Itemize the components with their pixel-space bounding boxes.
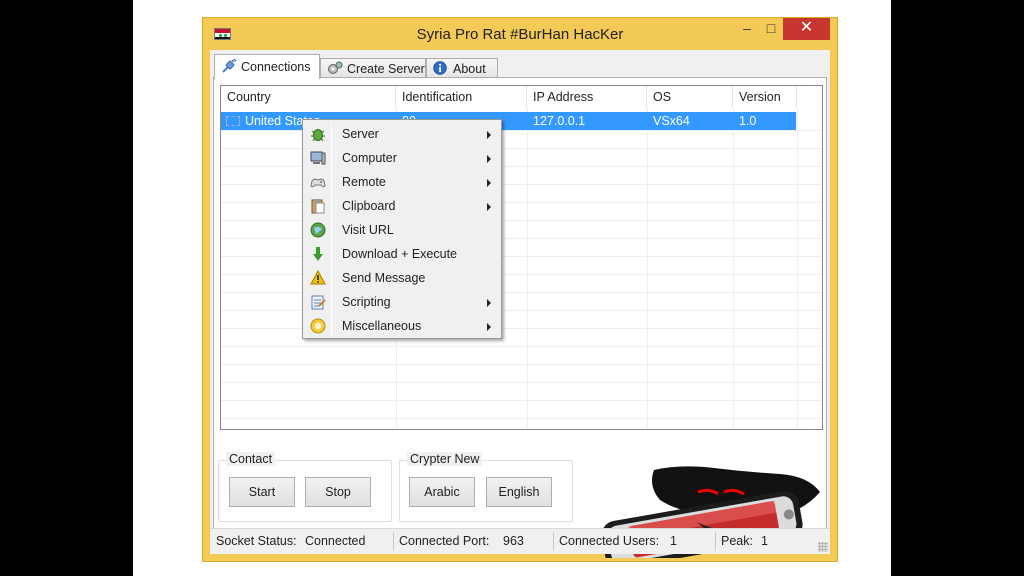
stop-button[interactable]: Stop (305, 477, 371, 507)
maximize-button[interactable]: □ (757, 18, 785, 40)
resize-grip-icon[interactable] (818, 542, 828, 552)
menu-item-label: Scripting (342, 295, 391, 309)
menu-item-label: Server (342, 127, 379, 141)
tab-connections-label: Connections (241, 60, 311, 74)
menu-item-send-message[interactable]: Send Message (305, 266, 499, 290)
connected-users-value: 1 (670, 534, 677, 548)
menu-item-server[interactable]: Server (305, 122, 499, 146)
column-version[interactable]: Version (733, 86, 797, 108)
contact-group: Contact Start Stop (218, 452, 392, 522)
context-menu: Server Computer Remote Clipboard Visit U… (302, 119, 502, 339)
country-flag-icon (226, 116, 240, 126)
cell-os: VSx64 (653, 114, 690, 128)
submenu-arrow-icon (487, 179, 491, 187)
script-icon (310, 294, 326, 310)
smiley-icon (310, 318, 326, 334)
menu-item-miscellaneous[interactable]: Miscellaneous (305, 314, 499, 338)
socket-status-value: Connected (305, 534, 366, 548)
peak-label: Peak: (721, 534, 753, 548)
submenu-arrow-icon (487, 131, 491, 139)
download-arrow-icon (310, 246, 326, 262)
connected-port-value: 963 (503, 534, 524, 548)
column-country[interactable]: Country (221, 86, 396, 108)
start-button[interactable]: Start (229, 477, 295, 507)
warning-icon (310, 269, 326, 286)
menu-item-visit-url[interactable]: Visit URL (305, 218, 499, 242)
contact-group-title: Contact (226, 452, 276, 466)
cell-version: 1.0 (739, 114, 757, 128)
gears-icon (327, 61, 343, 75)
menu-item-label: Clipboard (342, 199, 396, 213)
menu-item-label: Computer (342, 151, 397, 165)
tab-create-server-label: Create Server (347, 62, 425, 76)
peak-value: 1 (761, 534, 768, 548)
clipboard-icon (310, 198, 326, 214)
submenu-arrow-icon (487, 299, 491, 307)
list-header: Country Identification IP Address OS Ver… (221, 86, 822, 108)
submenu-arrow-icon (487, 203, 491, 211)
submenu-arrow-icon (487, 323, 491, 331)
menu-item-label: Visit URL (342, 223, 394, 237)
bug-icon (310, 126, 326, 142)
menu-item-label: Send Message (342, 271, 426, 285)
column-os[interactable]: OS (647, 86, 733, 108)
title-bar[interactable]: Syria Pro Rat #BurHan HacKer – □ ✕ (203, 18, 837, 50)
app-window: Syria Pro Rat #BurHan HacKer – □ ✕ Conne… (202, 17, 838, 562)
submenu-arrow-icon (487, 155, 491, 163)
info-icon (433, 61, 449, 75)
arabic-button[interactable]: Arabic (409, 477, 475, 507)
menu-item-label: Miscellaneous (342, 319, 422, 333)
tab-about-label: About (453, 62, 486, 76)
plug-icon (221, 58, 237, 73)
menu-item-label: Download + Execute (342, 247, 458, 261)
english-button[interactable]: English (486, 477, 552, 507)
connected-port-label: Connected Port: (399, 534, 490, 548)
status-bar: Socket Status: Connected Connected Port:… (210, 528, 830, 554)
crypter-group: Crypter New Arabic English (399, 452, 573, 522)
column-identification[interactable]: Identification (396, 86, 527, 108)
tab-create-server[interactable]: Create Server (320, 58, 426, 78)
menu-item-clipboard[interactable]: Clipboard (305, 194, 499, 218)
menu-item-computer[interactable]: Computer (305, 146, 499, 170)
menu-item-remote[interactable]: Remote (305, 170, 499, 194)
tab-connections[interactable]: Connections (214, 54, 320, 79)
crypter-group-title: Crypter New (407, 452, 483, 466)
column-ip-address[interactable]: IP Address (527, 86, 647, 108)
computer-icon (310, 150, 326, 166)
gamepad-icon (310, 174, 326, 190)
cell-ip-address: 127.0.0.1 (533, 114, 586, 128)
close-button[interactable]: ✕ (783, 18, 830, 40)
globe-icon (310, 222, 326, 238)
connected-users-label: Connected Users: (559, 534, 660, 548)
socket-status-label: Socket Status: (216, 534, 297, 548)
menu-item-download-execute[interactable]: Download + Execute (305, 242, 499, 266)
menu-item-label: Remote (342, 175, 386, 189)
tab-about[interactable]: About (426, 58, 498, 78)
menu-item-scripting[interactable]: Scripting (305, 290, 499, 314)
